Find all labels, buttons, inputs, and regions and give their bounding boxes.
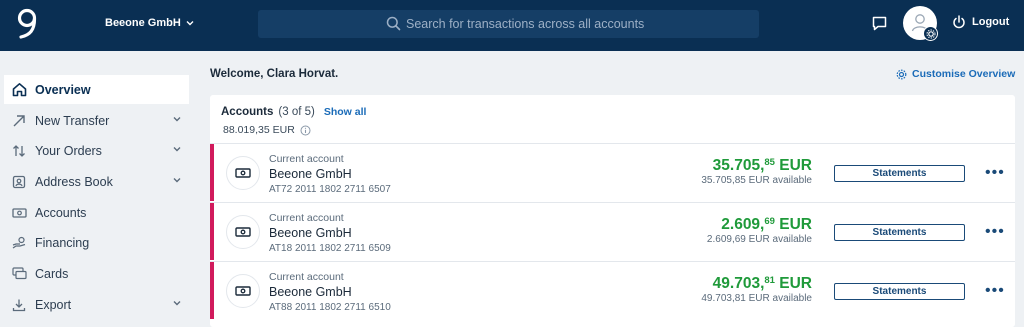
accounts-header: Accounts (3 of 5) Show all: [221, 106, 366, 118]
account-type: Current account: [269, 271, 344, 283]
sidebar-item-financing[interactable]: Financing: [4, 228, 189, 257]
accounts-total-value: 88.019,35 EUR: [223, 124, 295, 136]
account-icon-circle: [226, 156, 260, 190]
statements-button[interactable]: Statements: [834, 224, 965, 241]
available-balance: 49.703,81 EUR available: [701, 293, 812, 304]
account-color-stripe: [210, 144, 214, 201]
sidebar-item-overview[interactable]: Overview: [4, 75, 189, 104]
customise-label: Customise Overview: [912, 68, 1016, 80]
sidebar-item-label: Overview: [35, 82, 91, 97]
banknote-icon: [11, 205, 27, 221]
sidebar-item-label: Accounts: [35, 205, 87, 220]
arrow-up-right-icon: [11, 113, 27, 129]
sidebar-item-label: Export: [35, 297, 72, 312]
balance-cents: 81: [764, 275, 775, 286]
more-options-icon[interactable]: •••: [985, 283, 1005, 299]
show-all-link[interactable]: Show all: [324, 106, 367, 118]
sidebar-item-new-transfer[interactable]: New Transfer: [4, 106, 189, 135]
balance-main: 2.609,: [721, 216, 765, 233]
account-balance: 49.703,81 EUR: [713, 275, 812, 293]
balance-cents: 69: [764, 216, 775, 227]
statements-button[interactable]: Statements: [834, 283, 965, 300]
account-type: Current account: [269, 212, 344, 224]
info-icon[interactable]: [300, 125, 311, 136]
balance-main: 49.703,: [712, 275, 765, 292]
account-iban: AT18 2011 1802 2711 6509: [269, 243, 391, 254]
sidebar-item-label: Cards: [35, 266, 69, 281]
top-bar: Beeone GmbH Search for transactions acro…: [0, 0, 1024, 51]
logout-button[interactable]: Logout: [952, 15, 1009, 29]
accounts-count: (3 of 5): [278, 106, 315, 118]
available-balance: 35.705,85 EUR available: [701, 175, 812, 186]
sidebar-item-label: Your Orders: [35, 143, 102, 158]
banknote-icon: [235, 286, 251, 296]
home-icon: [11, 82, 27, 98]
sidebar-item-label: Financing: [35, 235, 90, 250]
account-icon-circle: [226, 215, 260, 249]
swap-vertical-icon: [11, 143, 27, 159]
account-row[interactable]: Current account Beeone GmbH AT18 2011 18…: [210, 202, 1015, 260]
power-icon: [953, 15, 965, 29]
sidebar-item-export[interactable]: Export: [4, 290, 189, 319]
account-row[interactable]: Current account Beeone GmbH AT72 2011 18…: [210, 143, 1015, 201]
chevron-down-icon: [173, 117, 181, 122]
hand-coins-icon: [11, 235, 27, 251]
organization-switcher[interactable]: Beeone GmbH: [105, 17, 194, 29]
sidebar-item-your-orders[interactable]: Your Orders: [4, 136, 189, 165]
chevron-down-icon: [186, 21, 194, 26]
contact-card-icon: [11, 174, 27, 190]
account-color-stripe: [210, 262, 214, 319]
chevron-down-icon: [173, 147, 181, 152]
account-iban: AT72 2011 1802 2711 6507: [269, 184, 391, 195]
balance-cents: 85: [764, 157, 775, 168]
balance-main: 35.705,: [712, 157, 765, 174]
gear-icon: [926, 29, 935, 38]
search-placeholder: Search for transactions across all accou…: [406, 17, 645, 31]
account-name: Beeone GmbH: [269, 285, 352, 299]
available-balance: 2.609,69 EUR available: [706, 234, 812, 245]
organization-name: Beeone GmbH: [105, 17, 181, 29]
banknote-icon: [235, 168, 251, 178]
cards-icon: [11, 266, 27, 282]
account-balance: 35.705,85 EUR: [713, 157, 812, 175]
accounts-card: Accounts (3 of 5) Show all 88.019,35 EUR…: [210, 95, 1015, 327]
accounts-title: Accounts: [221, 106, 274, 118]
accounts-total: 88.019,35 EUR: [223, 124, 311, 136]
balance-currency: EUR: [774, 216, 812, 233]
welcome-message: Welcome, Clara Horvat.: [210, 68, 339, 80]
gear-icon: [896, 69, 907, 79]
statements-button[interactable]: Statements: [834, 165, 965, 182]
more-options-icon[interactable]: •••: [985, 165, 1005, 181]
customise-overview-link[interactable]: Customise Overview: [896, 68, 1015, 80]
sidebar-item-label: Address Book: [35, 174, 113, 189]
logout-label: Logout: [972, 16, 1010, 28]
account-balance: 2.609,69 EUR: [721, 216, 812, 234]
chevron-down-icon: [173, 301, 181, 306]
account-name: Beeone GmbH: [269, 167, 352, 181]
sidebar-item-cards[interactable]: Cards: [4, 259, 189, 288]
chevron-down-icon: [173, 178, 181, 183]
sidebar: Overview New Transfer Your Orders Addres…: [0, 51, 197, 327]
banknote-icon: [235, 227, 251, 237]
account-name: Beeone GmbH: [269, 226, 352, 240]
settings-badge[interactable]: [923, 26, 938, 41]
balance-currency: EUR: [774, 275, 812, 292]
account-icon-circle: [226, 274, 260, 308]
sidebar-item-accounts[interactable]: Accounts: [4, 198, 189, 227]
more-options-icon[interactable]: •••: [985, 224, 1005, 240]
chat-icon[interactable]: [871, 15, 888, 32]
search-icon: [386, 16, 401, 31]
balance-currency: EUR: [774, 157, 812, 174]
george-logo-icon[interactable]: [14, 8, 40, 40]
account-color-stripe: [210, 203, 214, 260]
search-input[interactable]: Search for transactions across all accou…: [258, 10, 759, 38]
download-icon: [11, 297, 27, 313]
sidebar-item-address-book[interactable]: Address Book: [4, 167, 189, 196]
sidebar-item-label: New Transfer: [35, 113, 110, 128]
account-row[interactable]: Current account Beeone GmbH AT88 2011 18…: [210, 261, 1015, 319]
account-iban: AT88 2011 1802 2711 6510: [269, 302, 391, 313]
account-type: Current account: [269, 153, 344, 165]
